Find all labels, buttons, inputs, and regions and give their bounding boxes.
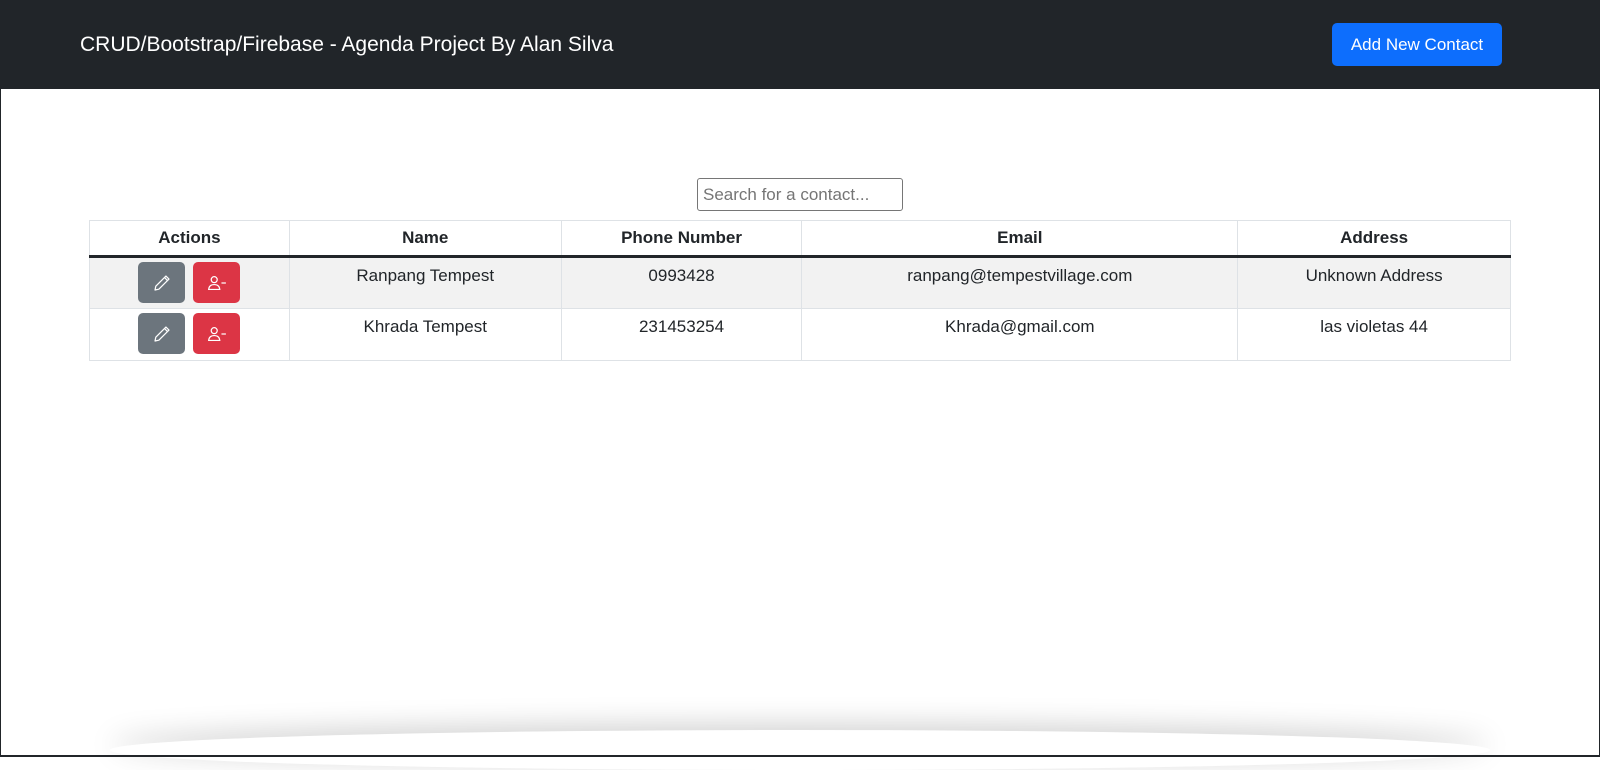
column-header-name: Name	[288, 220, 562, 258]
pencil-icon	[154, 274, 170, 291]
add-new-contact-button[interactable]: Add New Contact	[1332, 23, 1502, 66]
table-row: Ranpang Tempest 0993428 ranpang@tempestv…	[89, 256, 1511, 309]
contact-address-cell: Unknown Address	[1237, 256, 1511, 309]
column-header-address: Address	[1237, 220, 1511, 258]
table-header-row: Actions Name Phone Number Email Address	[89, 220, 1511, 258]
person-dash-icon	[207, 275, 226, 290]
column-header-email: Email	[801, 220, 1239, 258]
contacts-table: Actions Name Phone Number Email Address	[89, 220, 1511, 361]
search-input[interactable]	[697, 178, 903, 211]
edit-contact-button[interactable]	[138, 313, 186, 354]
contact-name-cell: Khrada Tempest	[288, 308, 562, 361]
contact-address-cell: las violetas 44	[1237, 308, 1511, 361]
person-dash-icon	[207, 326, 226, 341]
contact-email-cell: ranpang@tempestvillage.com	[801, 256, 1239, 309]
column-header-phone: Phone Number	[560, 220, 803, 258]
delete-contact-button[interactable]	[193, 262, 241, 303]
column-header-actions: Actions	[89, 220, 290, 258]
delete-contact-button[interactable]	[193, 313, 241, 354]
contact-name-cell: Ranpang Tempest	[288, 256, 562, 309]
pencil-icon	[154, 325, 170, 342]
navbar-brand[interactable]: CRUD/Bootstrap/Firebase - Agenda Project…	[80, 30, 613, 60]
row-actions-cell	[89, 256, 290, 309]
table-row: Khrada Tempest 231453254 Khrada@gmail.co…	[89, 308, 1511, 361]
contact-phone-cell: 231453254	[560, 308, 803, 361]
contact-email-cell: Khrada@gmail.com	[801, 308, 1239, 361]
contact-phone-cell: 0993428	[560, 256, 803, 309]
navbar: CRUD/Bootstrap/Firebase - Agenda Project…	[0, 0, 1600, 89]
edit-contact-button[interactable]	[138, 262, 186, 303]
window-left-edge	[0, 0, 1, 757]
bottom-shadow	[110, 730, 1490, 770]
row-actions-cell	[89, 308, 290, 361]
